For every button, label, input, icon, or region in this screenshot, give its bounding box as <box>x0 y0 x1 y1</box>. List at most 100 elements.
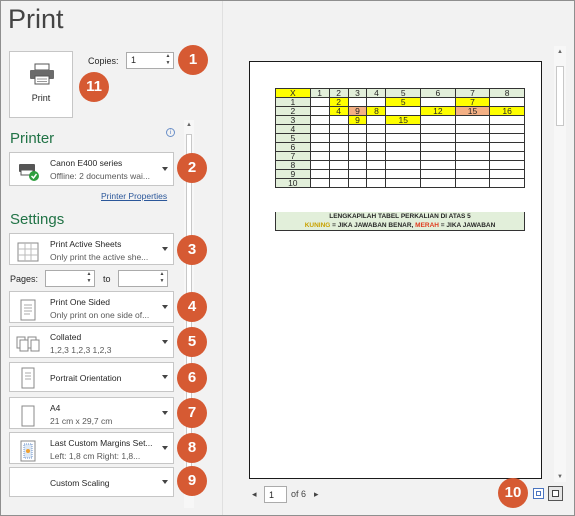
scroll-up-icon[interactable]: ▲ <box>557 49 563 55</box>
callout-badge-2: 2 <box>177 153 207 183</box>
copies-spin-arrows[interactable]: ▲ ▼ <box>163 53 173 68</box>
chevron-down-icon <box>162 305 168 309</box>
table-cell <box>454 169 491 179</box>
printer-properties-link[interactable]: Printer Properties <box>101 191 167 201</box>
table-cell <box>309 133 330 143</box>
preview-scrollbar[interactable]: ▲ ▼ <box>554 46 566 482</box>
table-cell <box>328 178 349 188</box>
printer-status-icon <box>19 164 39 181</box>
table-row: 5 <box>275 133 525 143</box>
chevron-down-icon <box>162 167 168 171</box>
print-what-dropdown[interactable]: Print Active Sheets Only print the activ… <box>9 233 174 265</box>
table-cell <box>489 169 525 179</box>
margins-icon <box>20 440 36 462</box>
caption-kuning: KUNING <box>304 222 331 229</box>
table-cell <box>385 178 422 188</box>
print-what-label: Print Active Sheets <box>50 239 122 249</box>
table-cell <box>347 169 368 179</box>
pages-label: Pages: <box>10 274 39 284</box>
table-cell <box>309 115 330 125</box>
table-header-cell: 4 <box>366 88 387 98</box>
table-cell <box>366 169 387 179</box>
table-cell <box>309 160 330 170</box>
scroll-down-icon[interactable]: ▼ <box>557 474 563 480</box>
table-cell <box>328 133 349 143</box>
table-cell <box>328 169 349 179</box>
table-header-cell: 1 <box>309 88 330 98</box>
caption-benar: = JIKA JAWABAN BENAR, <box>330 222 416 229</box>
scaling-dropdown[interactable]: Custom Scaling <box>9 467 174 497</box>
table-cell: 15 <box>454 106 491 116</box>
zoom-to-page-icon[interactable] <box>548 486 563 501</box>
show-margins-icon[interactable] <box>533 488 544 499</box>
table-cell <box>366 151 387 161</box>
table-cell: 8 <box>366 106 387 116</box>
info-icon[interactable]: i <box>166 128 175 137</box>
printer-name: Canon E400 series <box>50 158 123 168</box>
sides-label: Print One Sided <box>50 297 111 307</box>
table-cell <box>347 133 368 143</box>
table-caption-2: KUNING = JIKA JAWABAN BENAR, MERAH = JIK… <box>275 221 525 231</box>
table-cell: 12 <box>420 106 456 116</box>
previous-page-icon[interactable]: ◂ <box>252 489 257 500</box>
table-cell <box>454 151 491 161</box>
table-cell <box>454 160 491 170</box>
callout-badge-5: 5 <box>177 327 207 357</box>
page-number-input[interactable]: 1 <box>264 486 287 503</box>
callout-badge-9: 9 <box>177 466 207 496</box>
table-cell <box>309 178 330 188</box>
sides-dropdown[interactable]: Print One Sided Only print on one side o… <box>9 291 174 323</box>
table-cell: 9 <box>347 115 368 125</box>
table-cell <box>385 151 422 161</box>
callout-badge-7: 7 <box>177 398 207 428</box>
collation-dropdown[interactable]: Collated 1,2,3 1,2,3 1,2,3 <box>9 326 174 358</box>
table-cell <box>489 151 525 161</box>
callout-badge-1: 1 <box>178 45 208 75</box>
table-cell <box>385 133 422 143</box>
table-cell <box>420 169 456 179</box>
table-header-cell: 8 <box>489 88 525 98</box>
table-cell <box>366 160 387 170</box>
callout-badge-3: 3 <box>177 235 207 265</box>
table-cell <box>489 133 525 143</box>
callout-badge-6: 6 <box>177 363 207 393</box>
table-cell <box>489 115 525 125</box>
callout-badge-4: 4 <box>177 292 207 322</box>
table-cell <box>347 178 368 188</box>
orientation-dropdown[interactable]: Portrait Orientation <box>9 362 174 392</box>
paper-size-dropdown[interactable]: A4 21 cm x 29,7 cm <box>9 397 174 429</box>
table-cell <box>454 133 491 143</box>
pages-to-spin[interactable]: ▲ ▼ <box>157 271 167 286</box>
preview-scrollbar-thumb[interactable] <box>556 66 564 126</box>
pages-to-input[interactable]: ▲ ▼ <box>118 270 168 287</box>
table-row: 6 <box>275 142 525 152</box>
table-cell <box>420 142 456 152</box>
scroll-up-icon[interactable]: ▲ <box>186 122 192 128</box>
chevron-down-icon <box>162 375 168 379</box>
margins-dropdown[interactable]: Last Custom Margins Set... Left: 1,8 cm … <box>9 432 174 464</box>
table-cell <box>454 142 491 152</box>
print-button-label: Print <box>31 93 51 103</box>
table-cell <box>385 160 422 170</box>
table-cell: 5 <box>385 97 422 107</box>
page-count: of 6 <box>291 489 307 499</box>
copies-input[interactable]: 1 ▲ ▼ <box>126 52 174 69</box>
printer-heading: Printer <box>10 130 55 147</box>
next-page-icon[interactable]: ▸ <box>314 489 319 500</box>
table-cell <box>328 151 349 161</box>
table-cell <box>328 160 349 170</box>
table-cell <box>366 124 387 134</box>
margins-label: Last Custom Margins Set... <box>50 438 153 448</box>
table-cell <box>309 106 330 116</box>
caption-merah: MERAH <box>415 222 439 229</box>
printer-dropdown[interactable]: Canon E400 series Offline: 2 documents w… <box>9 152 174 186</box>
print-button[interactable]: Print <box>9 51 73 118</box>
pages-from-spin[interactable]: ▲ ▼ <box>84 271 94 286</box>
table-cell <box>347 124 368 134</box>
table-cell <box>489 142 525 152</box>
table-cell <box>420 124 456 134</box>
pages-from-input[interactable]: ▲ ▼ <box>45 270 95 287</box>
sheets-icon <box>17 242 39 262</box>
table-cell: 15 <box>385 115 422 125</box>
paper-size-description: 21 cm x 29,7 cm <box>50 416 113 426</box>
